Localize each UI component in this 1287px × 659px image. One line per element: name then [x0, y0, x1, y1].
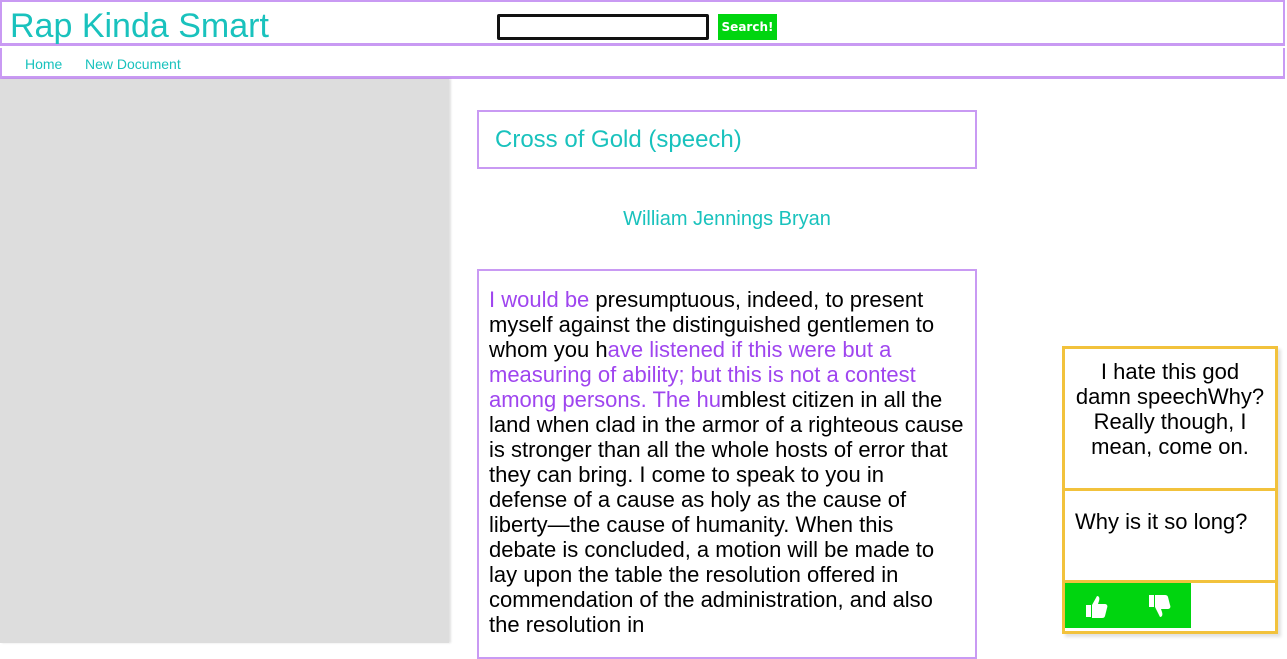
document-text-segment: mblest citizen in all the land when clad… [489, 387, 964, 637]
top-header: Rap Kinda Smart Search! [0, 0, 1285, 46]
search-input[interactable] [497, 14, 709, 40]
upvote-button[interactable] [1065, 583, 1128, 628]
left-sidebar [0, 79, 449, 643]
annotation-panel: I hate this god damn speechWhy? Really t… [1062, 346, 1278, 634]
downvote-button[interactable] [1128, 583, 1191, 628]
search-button[interactable]: Search! [718, 14, 777, 40]
document-title-box: Cross of Gold (speech) [477, 110, 977, 169]
nav-new-document-link[interactable]: New Document [85, 56, 181, 72]
vote-buttons [1065, 583, 1191, 628]
document-text: I would be presumptuous, indeed, to pres… [489, 287, 965, 637]
document-text-box: I would be presumptuous, indeed, to pres… [477, 269, 977, 659]
nav-home-link[interactable]: Home [25, 56, 62, 72]
navigation-bar: Home New Document [0, 48, 1285, 79]
thumbs-down-icon [1148, 594, 1170, 617]
document-title: Cross of Gold (speech) [495, 126, 742, 153]
annotation-main-text: I hate this god damn speechWhy? Really t… [1065, 349, 1275, 491]
annotation-question-text: Why is it so long? [1065, 491, 1275, 583]
document-author: William Jennings Bryan [623, 208, 831, 230]
site-brand[interactable]: Rap Kinda Smart [10, 7, 269, 45]
annotated-text-segment[interactable]: I would be [489, 287, 589, 312]
thumbs-up-icon [1085, 595, 1107, 618]
